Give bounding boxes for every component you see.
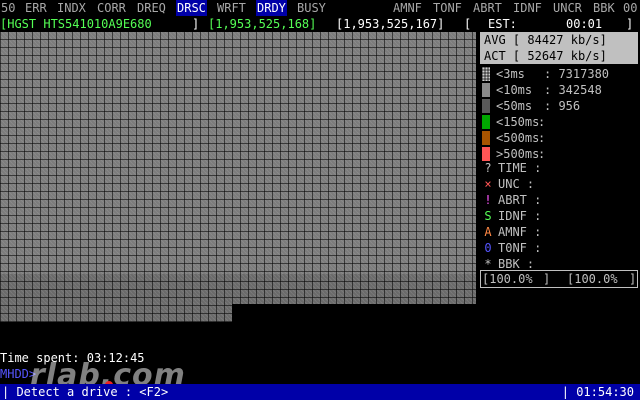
time-spent-line: Time spent: 03:12:45 [0, 350, 145, 366]
current-lba: [1,953,525,168] [208, 17, 317, 31]
est-value: 00:01 [566, 17, 603, 31]
error-label-t0nf: T0NF : [498, 241, 542, 255]
avg-speed-box: AVG [ 84427 kb/s] [480, 32, 638, 48]
scan-blocks-full-rows [0, 32, 476, 274]
scan-blocks-last-row-left [0, 274, 232, 322]
time-spent-value: 03:12:45 [86, 351, 145, 365]
error-row-abrt: ! ABRT : [480, 192, 638, 208]
legend-value-500ms: : [538, 131, 546, 145]
flag-bbk: BBK [593, 1, 615, 15]
flag-corr: CORR [97, 1, 126, 15]
error-row-idnf: S IDNF : [480, 208, 638, 224]
flag-drsc: DRSC [176, 0, 207, 16]
flag-busy: BUSY [297, 1, 326, 15]
flag-amnf: AMNF [393, 1, 422, 15]
legend-row-3ms: <3ms : 7317380 [480, 66, 638, 82]
error-row-time: ? TIME : [480, 160, 638, 176]
flag-indx: INDX [57, 1, 86, 15]
act-value: [ 52647 kb/s] [512, 49, 607, 63]
stats-panel: AVG [ 84427 kb/s] ACT [ 52647 kb/s] <3ms… [478, 32, 640, 290]
error-label-unc: UNC : [498, 177, 535, 191]
flag-50: 50 [1, 1, 16, 15]
legend-row-150ms: <150ms : [480, 114, 638, 130]
act-speed-box: ACT [ 52647 kb/s] [480, 48, 638, 64]
error-row-t0nf: 0 T0NF : [480, 240, 638, 256]
legend-label-150ms: <150ms [496, 115, 540, 129]
legend-label-50ms: <50ms [496, 99, 533, 113]
legend-swatch-150ms [482, 115, 490, 129]
legend-value-50ms: : 956 [544, 99, 581, 113]
error-label-time: TIME : [498, 161, 542, 175]
error-label-abrt: ABRT : [498, 193, 542, 207]
flag-err: ERR [25, 1, 47, 15]
progress-right-value: [100.0% [567, 272, 618, 286]
legend-value-3ms: : 7317380 [544, 67, 610, 81]
flag-wrft: WRFT [217, 1, 246, 15]
scan-blocks-last-row-right [232, 274, 476, 304]
legend-label-3ms: <3ms [496, 67, 525, 81]
legend-swatch-50ms [482, 99, 490, 113]
amnf-a-icon: A [484, 225, 492, 239]
command-prompt[interactable]: MHDD> [0, 366, 36, 382]
t0nf-zero-icon: 0 [484, 241, 492, 255]
drive-model: [HGST HTS541010A9E680 [0, 17, 152, 31]
abrt-exclamation-icon: ! [484, 193, 492, 207]
legend-row-500ms: <500ms : [480, 130, 638, 146]
surface-scan-map [0, 32, 476, 322]
flag-abrt: ABRT [473, 1, 502, 15]
bottom-status-bar: | Detect a drive : <F2> | 01:54:30 [0, 384, 640, 400]
flag-drdy: DRDY [256, 0, 287, 16]
avg-label: AVG [484, 33, 506, 47]
error-row-amnf: A AMNF : [480, 224, 638, 240]
est-bracket-close: ] [626, 17, 634, 31]
flag-idnf: IDNF [513, 1, 542, 15]
legend-row-10ms: <10ms : 342548 [480, 82, 638, 98]
progress-right-close: ] [629, 272, 637, 286]
progress-left-close: ] [543, 272, 551, 286]
progress-percent-box: [100.0% ] [100.0% ] [480, 270, 638, 288]
detect-drive-hint[interactable]: | Detect a drive : <F2> [2, 384, 168, 400]
act-label: ACT [484, 49, 506, 63]
progress-left-value: [100.0% [482, 272, 533, 286]
idnf-s-icon: S [484, 209, 492, 223]
error-row-unc: × UNC : [480, 176, 638, 192]
error-label-amnf: AMNF : [498, 225, 542, 239]
total-lba: [1,953,525,167] [336, 17, 445, 31]
legend-row-50ms: <50ms : 956 [480, 98, 638, 114]
clock: | 01:54:30 [561, 385, 634, 399]
ata-status-row: 50 ERR INDX CORR DREQ DRSC WRFT DRDY BUS… [0, 0, 640, 16]
legend-value-10ms: : 342548 [544, 83, 602, 97]
legend-label-10ms: <10ms [496, 83, 533, 97]
est-bracket-open: [ [464, 17, 472, 31]
avg-value: [ 84427 kb/s] [512, 33, 607, 47]
flag-tonf: TONF [433, 1, 462, 15]
legend-swatch-over-500ms [482, 147, 490, 161]
flag-dreq: DREQ [137, 1, 166, 15]
unc-cross-icon: × [484, 177, 492, 191]
legend-swatch-500ms [482, 131, 490, 145]
flag-00: 00 [623, 1, 638, 15]
drive-model-close: ] [192, 17, 200, 31]
timeout-icon: ? [484, 161, 492, 175]
time-spent-label: Time spent: [0, 351, 80, 365]
flag-uncr: UNCR [553, 1, 582, 15]
drive-info-row: [HGST HTS541010A9E680 ] [1,953,525,168] … [0, 16, 640, 32]
error-label-idnf: IDNF : [498, 209, 542, 223]
legend-value-150ms: : [538, 115, 546, 129]
legend-label-500ms: <500ms [496, 131, 540, 145]
legend-swatch-10ms [482, 83, 490, 97]
mhdd-screen: 50 ERR INDX CORR DREQ DRSC WRFT DRDY BUS… [0, 0, 640, 400]
est-label: EST: [488, 17, 517, 31]
legend-swatch-3ms [482, 67, 490, 81]
